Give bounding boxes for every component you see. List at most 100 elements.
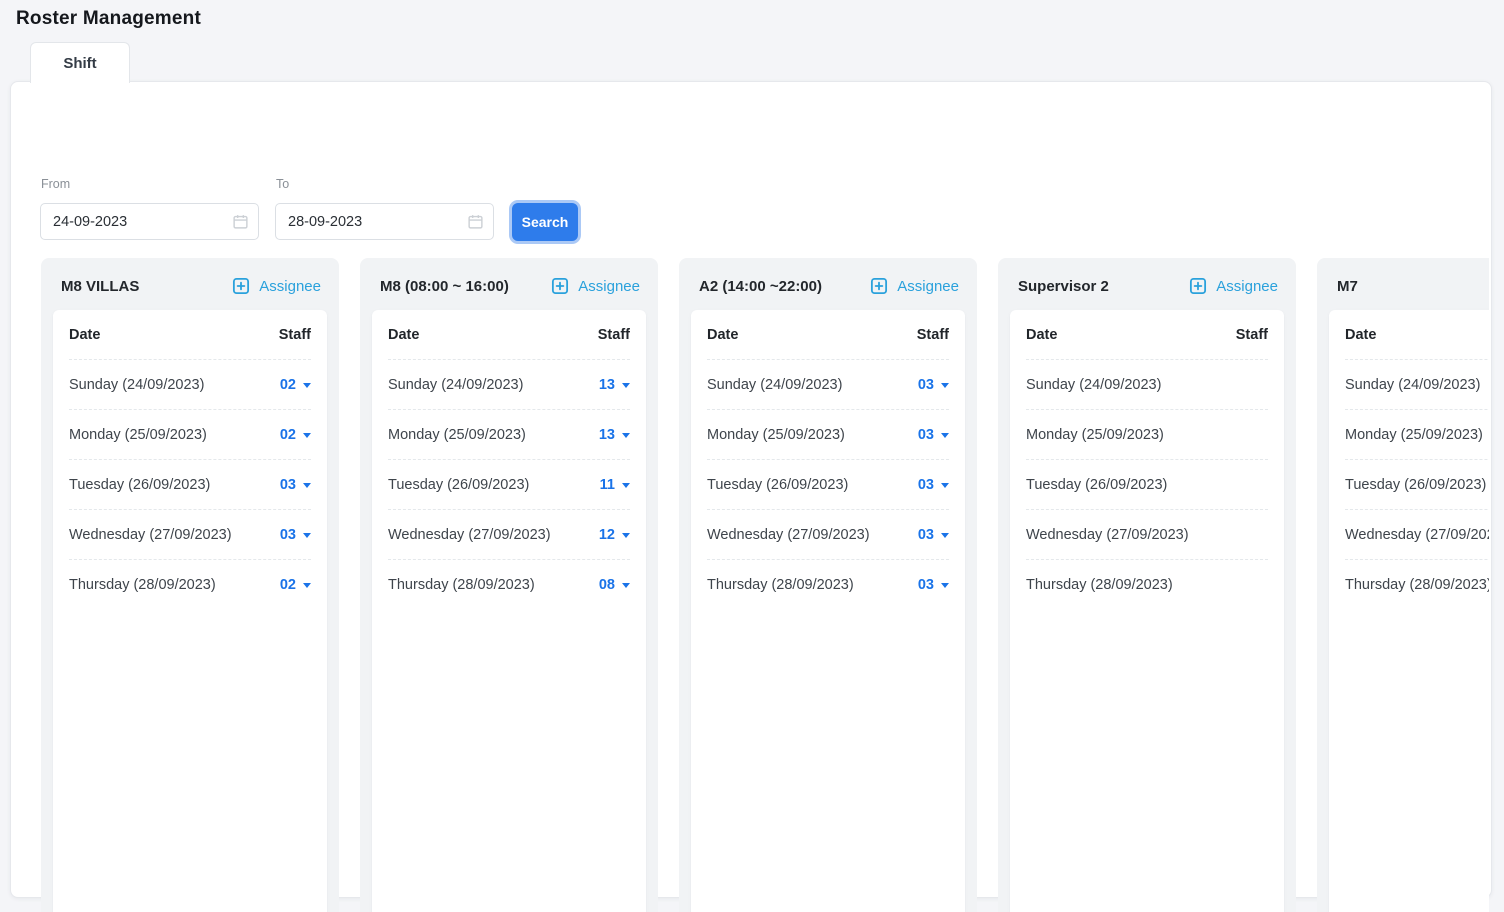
staff-count-dropdown[interactable]: 03 [280,527,311,543]
staff-count: 02 [280,427,296,443]
roster-date: Monday (25/09/2023) [1026,427,1164,443]
staff-count-dropdown[interactable]: 11 [600,477,630,493]
staff-count-dropdown[interactable]: 03 [918,577,949,593]
roster-date: Tuesday (26/09/2023) [707,477,848,493]
add-assignee-button[interactable]: Assignee [232,277,321,295]
tab-shift[interactable]: Shift [30,42,130,83]
roster-row: Wednesday (27/09/2023) 03 [707,509,949,559]
caret-down-icon [622,483,630,488]
staff-column-header: Staff [917,327,949,343]
roster-row: Thursday (28/09/2023) [1345,559,1489,609]
plus-square-icon [1189,277,1207,295]
shift-column-header: M8 (08:00 ~ 16:00) Assignee [372,270,646,310]
roster-row: Monday (25/09/2023) 03 [707,409,949,459]
add-assignee-button[interactable]: Assignee [551,277,640,295]
add-assignee-button[interactable]: Assignee [1189,277,1278,295]
roster-table-header: Date Staff [388,310,630,359]
roster-date: Wednesday (27/09/2023) [1345,527,1489,543]
staff-count: 03 [918,577,934,593]
roster-table-header: Date Staff [1026,310,1268,359]
roster-table-card: Date Staff Sunday (24/09/2023) 02 Monday… [53,310,327,912]
tab-shift-label: Shift [63,55,96,72]
staff-count-dropdown[interactable]: 02 [280,377,311,393]
roster-row: Monday (25/09/2023) [1345,409,1489,459]
roster-date: Wednesday (27/09/2023) [388,527,551,543]
staff-count-dropdown[interactable]: 08 [599,577,630,593]
staff-count-dropdown[interactable]: 02 [280,427,311,443]
roster-date: Thursday (28/09/2023) [1026,577,1173,593]
page-title: Roster Management [16,8,201,30]
caret-down-icon [303,533,311,538]
roster-row: Wednesday (27/09/2023) 12 [388,509,630,559]
caret-down-icon [941,583,949,588]
staff-count: 02 [280,377,296,393]
shift-name: M8 VILLAS [61,278,139,295]
roster-date: Thursday (28/09/2023) [388,577,535,593]
add-assignee-button[interactable]: Assignee [870,277,959,295]
roster-table-card: Date Staff Sunday (24/09/2023) 03 Monday… [691,310,965,912]
staff-count-dropdown[interactable]: 03 [918,427,949,443]
to-date-input[interactable] [275,203,494,240]
roster-row: Monday (25/09/2023) 13 [388,409,630,459]
roster-row: Sunday (24/09/2023) [1345,359,1489,409]
roster-row: Tuesday (26/09/2023) 03 [707,459,949,509]
roster-date: Thursday (28/09/2023) [707,577,854,593]
caret-down-icon [622,533,630,538]
caret-down-icon [303,383,311,388]
staff-count-dropdown[interactable]: 03 [918,477,949,493]
date-column-header: Date [707,327,738,343]
staff-column-header: Staff [598,327,630,343]
roster-date: Tuesday (26/09/2023) [69,477,210,493]
roster-row: Monday (25/09/2023) [1026,409,1268,459]
shift-name: Supervisor 2 [1018,278,1109,295]
shift-column-header: A2 (14:00 ~22:00) Assignee [691,270,965,310]
staff-count-dropdown[interactable]: 03 [918,377,949,393]
caret-down-icon [303,583,311,588]
caret-down-icon [622,583,630,588]
caret-down-icon [941,433,949,438]
roster-date: Tuesday (26/09/2023) [388,477,529,493]
staff-count: 03 [280,527,296,543]
staff-count-dropdown[interactable]: 03 [280,477,311,493]
caret-down-icon [941,483,949,488]
caret-down-icon [622,383,630,388]
plus-square-icon [551,277,569,295]
staff-count: 03 [918,377,934,393]
shift-column: M8 VILLAS Assignee Date Staff Sunday (24… [41,258,339,912]
roster-row: Wednesday (27/09/2023) 03 [69,509,311,559]
staff-count-dropdown[interactable]: 13 [599,427,630,443]
assignee-label: Assignee [897,278,959,295]
roster-date: Tuesday (26/09/2023) [1026,477,1167,493]
shift-name: M8 (08:00 ~ 16:00) [380,278,509,295]
plus-square-icon [870,277,888,295]
roster-date: Thursday (28/09/2023) [69,577,216,593]
staff-count: 03 [280,477,296,493]
shift-column-header: M8 VILLAS Assignee [53,270,327,310]
roster-date: Sunday (24/09/2023) [69,377,204,393]
staff-column-header: Staff [279,327,311,343]
staff-count-dropdown[interactable]: 03 [918,527,949,543]
roster-row: Tuesday (26/09/2023) 11 [388,459,630,509]
roster-date: Thursday (28/09/2023) [1345,577,1489,593]
shift-column: A2 (14:00 ~22:00) Assignee Date Staff Su… [679,258,977,912]
staff-column-header: Staff [1236,327,1268,343]
roster-table-header: Date Staff [69,310,311,359]
shift-panel: From To Search M8 VILLAS Assignee Date [10,81,1492,898]
shift-column: M7 Assignee Date Staff Sunday (24/09/202… [1317,258,1489,912]
roster-date: Sunday (24/09/2023) [388,377,523,393]
search-button[interactable]: Search [512,203,578,241]
staff-count: 11 [600,477,615,493]
plus-square-icon [232,277,250,295]
roster-table-header: Date Staff [1345,310,1489,359]
from-date-input[interactable] [40,203,259,240]
roster-row: Sunday (24/09/2023) 13 [388,359,630,409]
roster-row: Thursday (28/09/2023) [1026,559,1268,609]
caret-down-icon [622,433,630,438]
staff-count-dropdown[interactable]: 13 [599,377,630,393]
staff-count-dropdown[interactable]: 12 [599,527,630,543]
shift-name: A2 (14:00 ~22:00) [699,278,822,295]
roster-date: Sunday (24/09/2023) [1345,377,1480,393]
staff-count: 13 [599,377,615,393]
roster-table-card: Date Staff Sunday (24/09/2023) Monday (2… [1010,310,1284,912]
staff-count-dropdown[interactable]: 02 [280,577,311,593]
